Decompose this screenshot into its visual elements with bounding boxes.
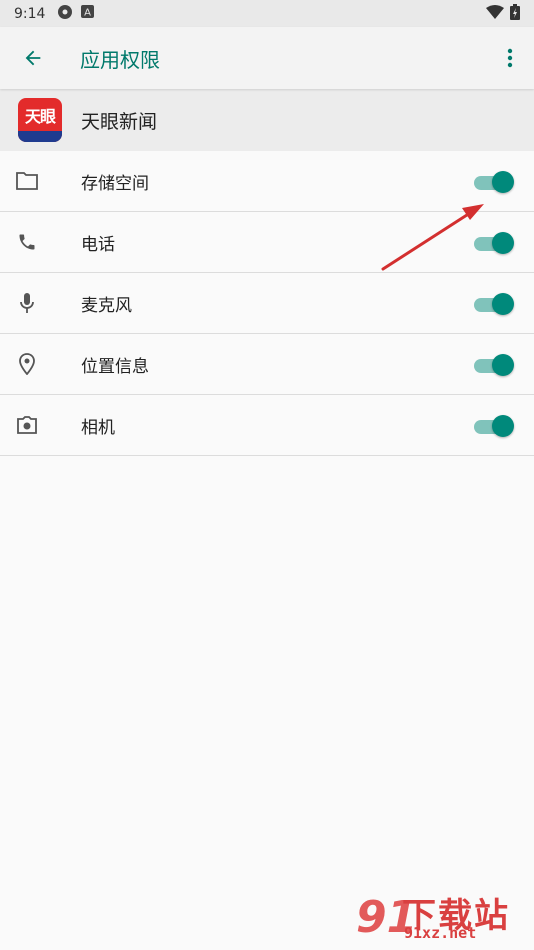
location-pin-icon [15, 352, 39, 376]
permission-list: 存储空间 电话 麦克风 位置信息 相机 [0, 151, 534, 456]
status-time: 9:14 [14, 5, 46, 22]
camera-icon [15, 413, 39, 437]
back-button[interactable] [18, 43, 48, 73]
app-logo: 天眼 [18, 98, 62, 142]
battery-icon [510, 3, 520, 24]
phone-icon [15, 230, 39, 254]
location-permission-switch[interactable] [472, 354, 514, 376]
wifi-icon [486, 4, 504, 23]
switch-thumb [492, 232, 514, 254]
permission-row-location[interactable]: 位置信息 [0, 334, 534, 395]
switch-thumb [492, 354, 514, 376]
app-logo-bar [18, 131, 62, 142]
camera-permission-switch[interactable] [472, 415, 514, 437]
permission-row-microphone[interactable]: 麦克风 [0, 273, 534, 334]
switch-thumb [492, 293, 514, 315]
permission-label: 存储空间 [81, 173, 149, 194]
switch-thumb [492, 415, 514, 437]
permission-row-camera[interactable]: 相机 [0, 395, 534, 456]
page-title: 应用权限 [80, 47, 160, 72]
more-vert-icon [507, 48, 513, 68]
app-header: 天眼 天眼新闻 [0, 89, 534, 151]
permission-label: 麦克风 [81, 295, 132, 316]
app-logo-text: 天眼 [24, 107, 56, 126]
settings-gear-icon [57, 4, 73, 24]
watermark-url: 91xz.net [404, 924, 477, 942]
permission-label: 相机 [81, 417, 115, 438]
phone-permission-switch[interactable] [472, 232, 514, 254]
watermark: 91 下载站 91xz.net [356, 888, 526, 946]
more-options-button[interactable] [500, 44, 520, 72]
microphone-permission-switch[interactable] [472, 293, 514, 315]
permission-row-storage[interactable]: 存储空间 [0, 151, 534, 212]
switch-thumb [492, 171, 514, 193]
permission-label: 位置信息 [81, 356, 149, 377]
svg-text:A: A [85, 8, 92, 19]
status-bar: 9:14 A [0, 0, 534, 27]
folder-icon [15, 169, 39, 193]
arrow-left-icon [25, 50, 41, 66]
microphone-icon [15, 291, 39, 315]
permission-row-phone[interactable]: 电话 [0, 212, 534, 273]
app-bar: 应用权限 [0, 27, 534, 89]
a-badge-icon: A [81, 5, 95, 22]
app-name: 天眼新闻 [81, 110, 158, 133]
permission-label: 电话 [81, 234, 115, 255]
storage-permission-switch[interactable] [472, 171, 514, 193]
